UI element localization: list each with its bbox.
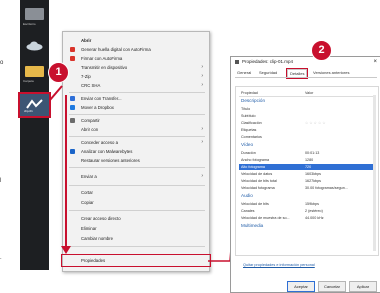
section-video: Vídeo (241, 142, 254, 147)
tab-divider (235, 77, 377, 78)
accept-button[interactable]: Aceptar (287, 281, 315, 292)
properties-dialog: Propiedades: clip-01.mp4 × General Segur… (230, 56, 380, 293)
cancel-button[interactable]: Cancelar (318, 281, 346, 292)
dialog-title: Propiedades: clip-01.mp4 (242, 59, 294, 64)
tab-versiones[interactable]: Versiones anteriores (313, 69, 349, 77)
property-row[interactable]: Duración 00:01:13 (239, 150, 373, 156)
property-row[interactable]: Etiquetas (239, 127, 373, 133)
property-row[interactable]: Velocidad de bits 159kbps (239, 201, 373, 207)
tab-seguridad[interactable]: Seguridad (259, 69, 277, 77)
dialog-titlebar: Propiedades: clip-01.mp4 × (231, 57, 380, 67)
property-row[interactable]: Título (239, 106, 373, 112)
property-row[interactable]: Canales 2 (estéreo) (239, 208, 373, 214)
close-icon[interactable]: × (373, 57, 377, 67)
property-row[interactable]: Subtítulo (239, 113, 373, 119)
step-badge-1: 1 (48, 62, 69, 83)
header-value[interactable]: Valor (305, 90, 313, 96)
section-audio: Audio (241, 193, 253, 198)
file-icon (235, 60, 239, 64)
details-header: Propiedad Valor (239, 90, 373, 97)
details-panel: Propiedad Valor Descripción Título Subtí… (235, 86, 379, 256)
section-multimedia: Multimedia (241, 223, 264, 228)
property-row[interactable]: Velocidad de bits total 1627kbps (239, 178, 373, 184)
property-row[interactable]: Velocidad fotograma 30.00 fotogramas/segu… (239, 185, 373, 191)
property-row[interactable]: Velocidad de muestra de so... 44.000 kHz (239, 215, 373, 221)
apply-button[interactable]: Aplicar (349, 281, 377, 292)
scrollbar[interactable] (373, 95, 376, 251)
property-row[interactable]: Clasificación ☆ ☆ ☆ ☆ ☆ (239, 120, 373, 126)
property-row-selected[interactable]: Alto fotograma 720 (239, 164, 373, 170)
property-row[interactable]: Velocidad de datos 1603kbps (239, 171, 373, 177)
property-row[interactable]: Comentarios (239, 134, 373, 140)
step-badge-2: 2 (311, 40, 332, 61)
header-property[interactable]: Propiedad (241, 90, 258, 96)
remove-properties-link[interactable]: Quitar propiedades e información persona… (243, 263, 315, 267)
property-row[interactable]: Ancho fotograma 1280 (239, 157, 373, 163)
tab-general[interactable]: General (237, 69, 251, 77)
section-descripcion: Descripción (241, 98, 265, 103)
rating-stars: ☆ ☆ ☆ ☆ ☆ (305, 121, 326, 125)
